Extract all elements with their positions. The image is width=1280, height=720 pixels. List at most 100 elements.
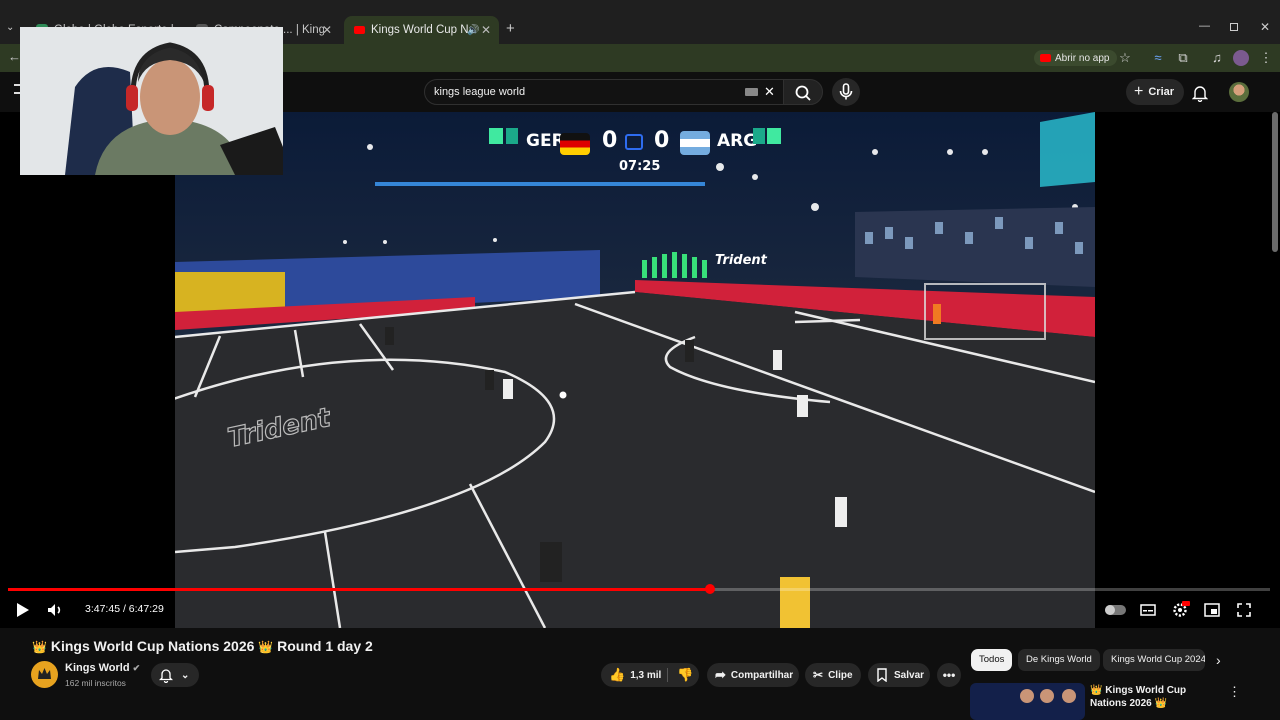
share-icon: ➦ [715,667,726,682]
tab-close-icon[interactable]: ✕ [481,23,491,37]
more-actions-button[interactable]: ••• [937,663,961,687]
plus-icon: + [1134,83,1144,100]
away-team-color-icon [767,128,781,144]
chip-kings-world-cup-2024[interactable]: Kings World Cup 2024 [1103,649,1205,671]
keyboard-icon[interactable] [745,88,758,96]
crown-emoji: 👑 [32,640,47,654]
clip-button[interactable]: ✂ Clipe [805,663,861,687]
extensions-icon[interactable]: ⧉ [1175,50,1191,66]
bell-icon [159,669,173,683]
profile-icon[interactable] [1233,50,1249,66]
miniplayer-icon [1204,603,1220,617]
autoplay-toggle[interactable] [1105,605,1126,615]
play-button[interactable] [12,600,32,620]
microphone-icon [839,83,853,100]
recommendation-menu-icon[interactable]: ⋮ [1228,684,1241,700]
away-score: 0 [654,128,670,153]
verified-icon: ✔ [132,663,141,673]
kings-league-logo-icon [625,134,643,150]
argentina-flag-icon [680,131,710,155]
chip-next-icon[interactable]: › [1216,652,1221,668]
subscribe-notification-button[interactable]: ⌄ [151,663,199,687]
fullscreen-button[interactable] [1234,600,1254,620]
channel-name-text: Kings World [65,662,130,674]
account-avatar[interactable] [1229,82,1249,102]
volume-icon [48,604,61,616]
streamer-webcam-scene [20,27,283,175]
like-count: 1,3 mil [630,669,662,681]
home-team-color-icon [489,128,503,144]
notifications-icon[interactable] [1192,84,1208,102]
tab-list-icon[interactable]: ⌄ [6,22,20,36]
board-brand-text: Trident [715,253,768,268]
progress-bar-scrubber[interactable] [705,584,715,594]
like-button[interactable]: 👍 1,3 mil 👎 [601,663,699,687]
recommendation-title[interactable]: 👑 Kings World Cup Nations 2026 👑 [1090,684,1220,710]
germany-flag-icon [560,133,590,155]
page-scrollbar[interactable] [1272,112,1278,252]
video-frame[interactable]: Trident Trident [175,112,1095,628]
thumbs-down-icon[interactable]: 👎 [677,667,693,683]
youtube-favicon-icon [354,26,365,34]
clear-search-icon[interactable]: ✕ [764,84,775,100]
chevron-down-icon: ⌄ [181,669,190,681]
create-label: Criar [1148,86,1175,98]
more-horizontal-icon: ••• [942,668,956,682]
video-title: 👑 Kings World Cup Nations 2026 👑 Round 1… [32,638,373,654]
home-team-code: GER [526,131,565,151]
search-icon [795,85,811,101]
search-button[interactable] [783,79,823,105]
clip-label: Clipe [828,669,853,681]
new-tab-icon[interactable]: + [506,20,515,37]
gear-icon [1173,601,1190,617]
chip-de-kings-world[interactable]: De Kings World [1018,649,1100,671]
settings-button[interactable] [1170,600,1190,620]
minimize-icon[interactable]: — [1199,20,1210,32]
crown-logo-icon [38,668,51,679]
scissors-icon: ✂ [813,668,824,682]
recommendation-thumbnail[interactable] [970,683,1085,720]
share-label: Compartilhar [730,669,794,681]
subtitles-button[interactable] [1138,600,1158,620]
channel-name[interactable]: Kings World ✔ [65,662,140,674]
restore-icon[interactable] [1230,23,1238,31]
audio-icon[interactable]: 🔊 [467,25,479,36]
abrir-no-app-label: Abrir no app [1055,52,1110,64]
save-button[interactable]: Salvar [868,663,930,687]
tab-kings-world-cup[interactable]: Kings World Cup Nation 🔊 ✕ [344,16,499,44]
progress-bar-played[interactable] [8,588,710,591]
subtitles-icon [1140,604,1156,616]
tab-close-icon[interactable]: ✕ [322,23,332,37]
thumbnail-face-icon [1062,689,1076,703]
wallet-icon[interactable]: ≈ [1150,50,1166,66]
away-team-code: ARG [717,131,758,151]
youtube-logo-icon [1040,54,1051,62]
scoreboard: GER 0 0 ARG [488,127,784,157]
thumbnail-face-icon [1040,689,1054,703]
crown-emoji: 👑 [258,640,274,654]
play-icon [17,603,29,617]
chip-todos[interactable]: Todos [971,649,1013,671]
channel-avatar[interactable] [31,661,58,688]
streamer-webcam [20,27,283,175]
close-window-icon[interactable]: ✕ [1260,20,1270,34]
home-score: 0 [602,128,618,153]
home-team-color-icon [506,128,518,144]
like-divider [667,668,668,682]
video-player[interactable]: Trident Trident [0,112,1280,628]
menu-kebab-icon[interactable]: ⋮ [1258,50,1274,66]
thumbs-up-icon: 👍 [609,667,626,682]
volume-button[interactable] [45,600,65,620]
media-control-icon[interactable]: ♫ [1209,50,1225,66]
miniplayer-button[interactable] [1202,600,1222,620]
create-button[interactable]: + Criar [1126,79,1185,105]
star-icon[interactable]: ☆ [1117,50,1133,66]
search-input[interactable]: kings league world [424,79,784,105]
save-label: Salvar [894,669,925,681]
abrir-no-app-button[interactable]: Abrir no app [1034,50,1118,66]
video-title-text: Kings World Cup Nations 2026 [50,638,255,654]
share-button[interactable]: ➦ Compartilhar [707,663,799,687]
fullscreen-icon [1237,603,1251,617]
voice-search-button[interactable] [832,78,860,106]
bookmark-icon [877,668,887,682]
